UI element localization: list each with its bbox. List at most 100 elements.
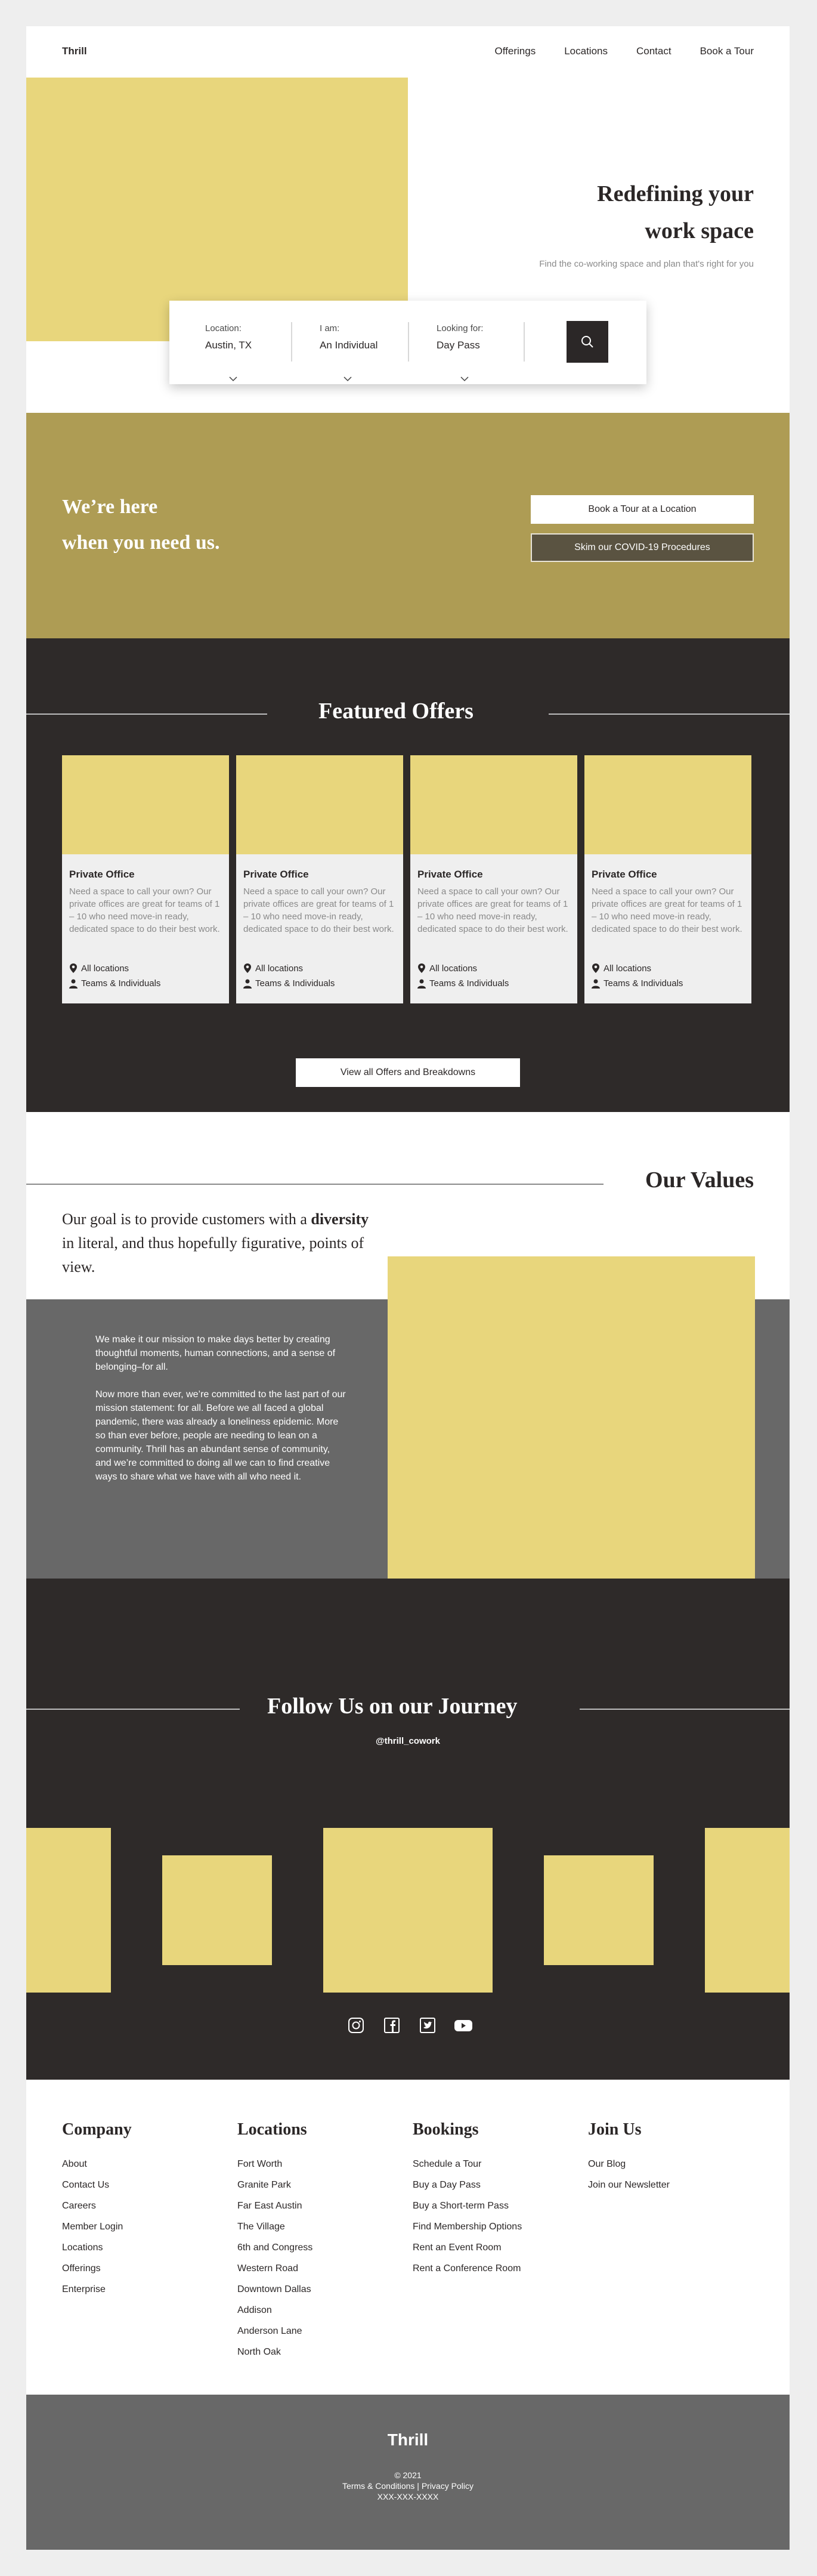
offer-title: Private Office <box>417 869 483 880</box>
footer-link[interactable]: Anderson Lane <box>237 2321 312 2342</box>
values-paragraph: Now more than ever, we’re committed to t… <box>95 1389 346 1482</box>
featured-section: Featured Offers Private Office Need a sp… <box>26 638 790 1112</box>
divider <box>26 1709 240 1710</box>
offer-audience: Teams & Individuals <box>592 978 683 989</box>
instagram-post[interactable] <box>26 1828 111 1993</box>
offer-location: All locations <box>243 963 303 974</box>
footer-column-locations: Locations Fort Worth Granite Park Far Ea… <box>237 2120 312 2362</box>
footer-link[interactable]: 6th and Congress <box>237 2237 312 2258</box>
footer-link[interactable]: About <box>62 2154 132 2175</box>
offer-location-text: All locations <box>429 963 478 974</box>
search-button[interactable] <box>567 321 608 363</box>
footer-link[interactable]: Downtown Dallas <box>237 2279 312 2300</box>
person-icon <box>417 979 426 989</box>
divider <box>26 714 267 715</box>
divider <box>549 714 790 715</box>
cta-band: We’re here when you need us. Book a Tour… <box>26 413 790 638</box>
view-all-offers-button[interactable]: View all Offers and Breakdowns <box>296 1058 520 1087</box>
footer-link[interactable]: Locations <box>62 2237 132 2258</box>
footer-link[interactable]: Buy a Day Pass <box>413 2175 522 2195</box>
offer-card[interactable]: Private Office Need a space to call your… <box>410 755 577 1003</box>
divider <box>291 322 292 362</box>
featured-title: Featured Offers <box>318 699 474 724</box>
twitter-icon[interactable] <box>417 2015 438 2036</box>
instagram-post[interactable] <box>162 1855 272 1965</box>
nav-contact[interactable]: Contact <box>636 45 671 57</box>
footer-link[interactable]: Rent a Conference Room <box>413 2258 522 2279</box>
instagram-icon[interactable] <box>346 2015 366 2036</box>
person-icon <box>69 979 78 989</box>
logo[interactable]: Thrill <box>62 45 87 57</box>
hero-title-line1: Redefining your <box>597 181 754 206</box>
divider <box>580 1709 790 1710</box>
values-paragraph: We make it our mission to make days bett… <box>95 1335 336 1372</box>
main-nav: Offerings Locations Contact Book a Tour <box>495 45 754 57</box>
footer-link[interactable]: Western Road <box>237 2258 312 2279</box>
phone-number: XXX-XXX-XXXX <box>377 2492 439 2501</box>
footer-column-bookings: Bookings Schedule a Tour Buy a Day Pass … <box>413 2120 522 2279</box>
footer-link[interactable]: Contact Us <box>62 2175 132 2195</box>
nav-offerings[interactable]: Offerings <box>495 45 536 57</box>
offer-title: Private Office <box>592 869 657 880</box>
instagram-post[interactable] <box>544 1855 654 1965</box>
map-pin-icon <box>244 963 251 973</box>
covid-procedures-button[interactable]: Skim our COVID-19 Procedures <box>531 533 754 562</box>
footer-link[interactable]: Member Login <box>62 2216 132 2237</box>
footer-link[interactable]: Join our Newsletter <box>588 2175 670 2195</box>
nav-locations[interactable]: Locations <box>564 45 608 57</box>
footer-link[interactable]: Careers <box>62 2195 132 2216</box>
looking-for-value: Day Pass <box>437 339 480 351</box>
offer-description: Need a space to call your own? Our priva… <box>243 887 394 934</box>
offer-audience: Teams & Individuals <box>243 978 335 989</box>
values-text: We make it our mission to make days bett… <box>95 1333 346 1484</box>
offer-card[interactable]: Private Office Need a space to call your… <box>584 755 751 1003</box>
role-select[interactable]: I am: An Individual <box>320 323 421 382</box>
social-links <box>346 2015 474 2036</box>
footer-link[interactable]: Enterprise <box>62 2279 132 2300</box>
footer-link[interactable]: Fort Worth <box>237 2154 312 2175</box>
offer-card[interactable]: Private Office Need a space to call your… <box>62 755 229 1003</box>
map-pin-icon <box>70 963 77 973</box>
footer-link[interactable]: Buy a Short-term Pass <box>413 2195 522 2216</box>
person-icon <box>243 979 252 989</box>
footer-link[interactable]: Far East Austin <box>237 2195 312 2216</box>
offer-description: Need a space to call your own? Our priva… <box>69 887 220 934</box>
map-pin-icon <box>592 963 599 973</box>
footer-link[interactable]: Our Blog <box>588 2154 670 2175</box>
offer-card[interactable]: Private Office Need a space to call your… <box>236 755 403 1003</box>
instagram-post[interactable] <box>323 1828 493 1993</box>
instagram-handle[interactable]: @thrill_cowork <box>26 1736 790 1746</box>
offer-title: Private Office <box>69 869 135 880</box>
footer-link[interactable]: Granite Park <box>237 2175 312 2195</box>
looking-for-select[interactable]: Looking for: Day Pass <box>437 323 538 382</box>
footer-link[interactable]: Offerings <box>62 2258 132 2279</box>
footer-link[interactable]: North Oak <box>237 2342 312 2362</box>
book-tour-button[interactable]: Book a Tour at a Location <box>531 495 754 524</box>
instagram-post[interactable] <box>705 1828 790 1993</box>
offer-audience: Teams & Individuals <box>69 978 160 989</box>
footer-link[interactable]: Schedule a Tour <box>413 2154 522 2175</box>
offer-image <box>236 755 403 854</box>
offer-image <box>410 755 577 854</box>
legal-links[interactable]: Terms & Conditions | Privacy Policy <box>26 2481 790 2491</box>
youtube-icon[interactable] <box>453 2015 474 2036</box>
footer-heading: Company <box>62 2120 132 2139</box>
offer-image <box>62 755 229 854</box>
looking-for-label: Looking for: <box>437 323 484 333</box>
footer-logo[interactable]: Thrill <box>26 2430 790 2450</box>
search-icon <box>581 336 593 348</box>
footer-link[interactable]: The Village <box>237 2216 312 2237</box>
offer-location: All locations <box>417 963 477 974</box>
footer-link[interactable]: Addison <box>237 2300 312 2321</box>
footer-link[interactable]: Find Membership Options <box>413 2216 522 2237</box>
offer-location: All locations <box>592 963 651 974</box>
search-card: Location: Austin, TX I am: An Individual… <box>169 301 646 384</box>
follow-section: Follow Us on our Journey @thrill_cowork <box>26 1579 790 2080</box>
divider <box>524 322 525 362</box>
values-quote-text: Our goal is to provide customers with a <box>62 1210 311 1228</box>
nav-book-tour[interactable]: Book a Tour <box>700 45 754 57</box>
offer-audience: Teams & Individuals <box>417 978 509 989</box>
facebook-icon[interactable] <box>382 2015 402 2036</box>
footer-link[interactable]: Rent an Event Room <box>413 2237 522 2258</box>
person-icon <box>592 979 600 989</box>
